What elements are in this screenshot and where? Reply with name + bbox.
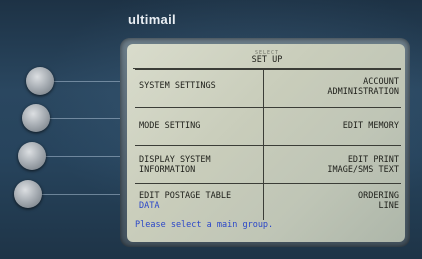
menu-item-edit-memory[interactable]: EDIT MEMORY <box>264 107 401 145</box>
menu-item-account-administration[interactable]: ACCOUNT ADMINISTRATION <box>264 69 401 107</box>
menu-item-ordering-line[interactable]: ORDERING LINE <box>264 183 401 220</box>
menu-item-system-settings[interactable]: SYSTEM SETTINGS <box>135 69 264 107</box>
button-guide-line <box>40 156 130 157</box>
brand-logo: ultimail <box>128 12 176 27</box>
menu-item-display-system-information[interactable]: DISPLAY SYSTEM INFORMATION <box>135 145 264 183</box>
button-guide-line <box>40 194 130 195</box>
softkey-1-button[interactable] <box>26 67 54 95</box>
screen-title: SET UP <box>251 55 283 65</box>
softkey-2-button[interactable] <box>22 104 50 132</box>
softkey-4-button[interactable] <box>14 180 42 208</box>
status-message: Please select a main group. <box>135 220 274 230</box>
lcd-screen: SELECT SET UP SYSTEM SETTINGS ACCOUNT AD… <box>127 44 405 242</box>
device-photo: ultimail SELECT SET UP SYSTEM SETTINGS A… <box>0 0 422 259</box>
button-guide-line <box>40 118 130 119</box>
menu-item-edit-print-image[interactable]: EDIT PRINT IMAGE/SMS TEXT <box>264 145 401 183</box>
menu-item-mode-setting[interactable]: MODE SETTING <box>135 107 264 145</box>
softkey-3-button[interactable] <box>18 142 46 170</box>
menu-item-edit-postage-table[interactable]: EDIT POSTAGE TABLE DATA <box>135 183 264 220</box>
